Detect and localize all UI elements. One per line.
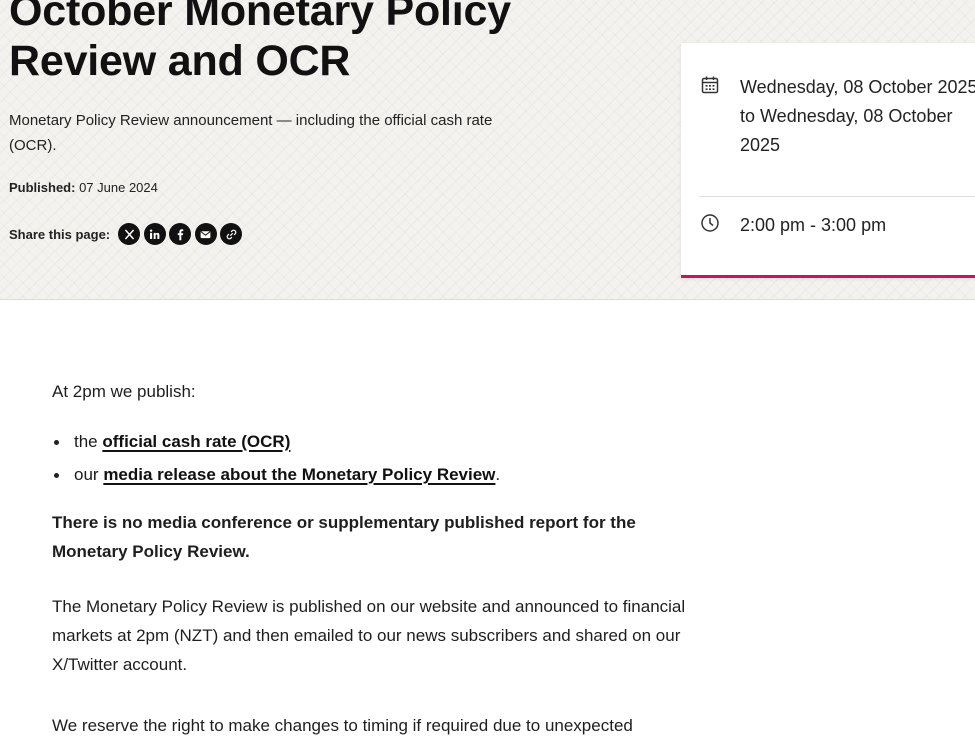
link-icon[interactable] bbox=[220, 223, 243, 245]
timing-paragraph: We reserve the right to make changes to … bbox=[52, 716, 633, 735]
page-subtitle: Monetary Policy Review announcement — in… bbox=[9, 112, 493, 154]
publishing-paragraph: The Monetary Policy Review is published … bbox=[52, 597, 686, 674]
published-label: Published: bbox=[9, 180, 76, 195]
list-item: the official cash rate (OCR) bbox=[53, 425, 500, 458]
event-time: 2:00 pm - 3:00 pm bbox=[740, 215, 887, 235]
page-title: October Monetary Policy Review and OCR bbox=[9, 0, 511, 85]
list-item: our media release about the Monetary Pol… bbox=[53, 458, 501, 491]
media-release-link[interactable]: media release about the Monetary Policy … bbox=[103, 465, 495, 484]
event-details-card: Wednesday, 08 October 2025 to Wednesday,… bbox=[681, 43, 975, 278]
email-icon[interactable] bbox=[194, 223, 217, 245]
calendar-icon bbox=[700, 75, 720, 95]
intro-text: At 2pm we publish: bbox=[52, 382, 196, 401]
share-bar: Share this page: bbox=[9, 223, 246, 245]
event-date: Wednesday, 08 October 2025 to Wednesday,… bbox=[740, 73, 975, 160]
list-item-prefix: the bbox=[74, 432, 98, 451]
event-date-start: Wednesday, 08 October 2025 bbox=[740, 77, 975, 97]
published-value: 07 June 2024 bbox=[79, 180, 158, 195]
list-item-prefix: our bbox=[74, 465, 99, 484]
notice-text: There is no media conference or suppleme… bbox=[52, 513, 636, 561]
facebook-icon[interactable] bbox=[169, 223, 192, 245]
published-date: Published: 07 June 2024 bbox=[9, 180, 158, 195]
page-header: October Monetary Policy Review and OCR M… bbox=[0, 0, 975, 300]
x-icon[interactable] bbox=[118, 223, 141, 245]
list-item-suffix: . bbox=[495, 465, 501, 484]
publish-list: the official cash rate (OCR) our media r… bbox=[52, 425, 500, 491]
event-date-end: to Wednesday, 08 October 2025 bbox=[740, 106, 953, 155]
clock-icon bbox=[700, 213, 720, 233]
linkedin-icon[interactable] bbox=[143, 223, 166, 245]
ocr-link[interactable]: official cash rate (OCR) bbox=[102, 432, 290, 451]
share-label: Share this page: bbox=[9, 226, 111, 242]
card-divider bbox=[699, 196, 975, 197]
